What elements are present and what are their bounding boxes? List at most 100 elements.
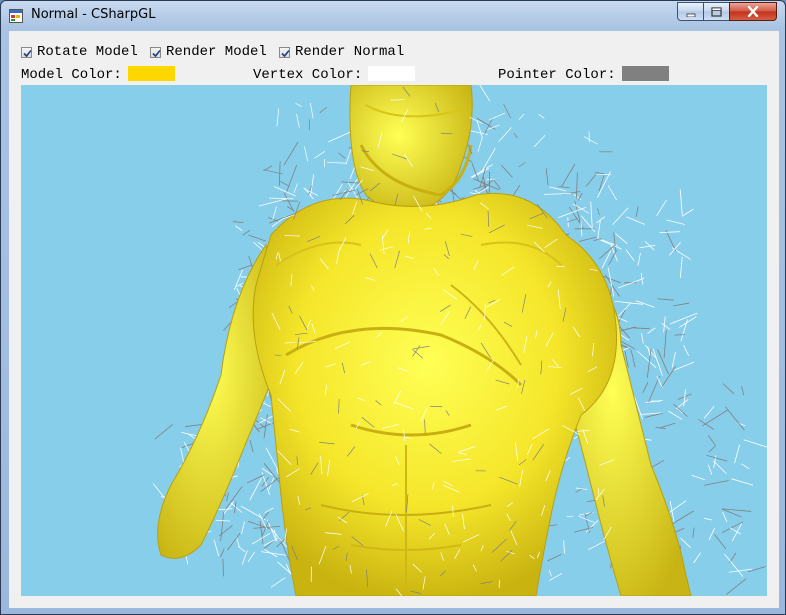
normal-line — [659, 231, 680, 234]
render-normal-label: Render Normal — [295, 44, 405, 60]
normal-line — [639, 244, 656, 249]
normal-line — [548, 570, 552, 577]
maximize-button[interactable] — [703, 2, 730, 21]
normal-line — [213, 539, 220, 557]
normal-line — [333, 184, 343, 200]
normal-line — [154, 424, 173, 440]
normal-line — [295, 103, 303, 107]
normal-line — [328, 130, 354, 143]
app-window: Normal - CSharpGL Rotate Model Render Mo… — [0, 0, 786, 615]
model-color-label: Model Color: — [21, 67, 122, 83]
close-button[interactable] — [729, 2, 777, 21]
normal-line — [726, 578, 747, 595]
normal-line — [590, 201, 593, 228]
opengl-viewport[interactable] — [21, 85, 767, 596]
normal-line — [578, 515, 595, 523]
pointer-color-label: Pointer Color: — [498, 67, 616, 83]
normal-line — [599, 239, 622, 250]
rotate-model-checkbox[interactable]: Rotate Model — [21, 44, 138, 60]
normal-line — [663, 330, 667, 358]
normal-line — [285, 164, 298, 193]
normal-line — [266, 520, 277, 542]
normal-line — [683, 344, 690, 356]
normal-line — [708, 445, 716, 453]
normal-line — [309, 102, 314, 119]
normal-line — [722, 383, 735, 395]
vertex-color-swatch[interactable] — [368, 66, 415, 81]
normal-line — [680, 537, 691, 548]
normal-line — [675, 399, 689, 410]
normal-line — [575, 172, 578, 199]
normal-line — [557, 186, 570, 188]
normal-line — [242, 229, 251, 236]
normal-line — [488, 112, 506, 121]
normal-line — [219, 525, 233, 537]
normal-line — [724, 553, 744, 577]
pointer-color-swatch[interactable] — [622, 66, 669, 81]
client-area: Rotate Model Render Model Render Normal … — [9, 31, 779, 608]
normal-line — [549, 572, 563, 581]
title-bar[interactable]: Normal - CSharpGL — [1, 1, 785, 29]
normal-line — [679, 189, 683, 216]
render-normal-checkbox[interactable]: Render Normal — [279, 44, 404, 60]
normal-line — [234, 225, 243, 232]
normal-line — [574, 526, 594, 533]
normal-line — [635, 206, 639, 217]
normal-line — [665, 229, 677, 252]
normal-line — [247, 551, 256, 562]
normal-line — [707, 435, 716, 447]
normal-line — [283, 192, 295, 212]
normal-line — [220, 548, 225, 558]
normal-line — [702, 409, 728, 427]
normal-line — [661, 322, 671, 330]
normal-line — [681, 208, 694, 217]
normal-line — [549, 186, 567, 192]
normal-line — [652, 348, 663, 376]
normal-line — [283, 141, 299, 166]
normal-line — [249, 478, 262, 501]
normal-line — [708, 527, 715, 541]
normal-line — [235, 536, 240, 548]
normal-line — [513, 132, 518, 139]
minimize-button[interactable] — [677, 2, 704, 21]
normal-line — [741, 463, 750, 470]
normal-line — [597, 208, 600, 216]
checkbox-checked-icon — [21, 46, 32, 58]
normal-line — [612, 207, 629, 226]
normal-line — [545, 168, 549, 186]
model-body — [157, 85, 692, 596]
normal-line — [471, 163, 480, 182]
normal-line — [580, 215, 596, 233]
normal-line — [238, 545, 246, 553]
close-icon — [747, 2, 759, 21]
window-title: Normal - CSharpGL — [31, 7, 156, 22]
normal-line — [258, 198, 288, 207]
normal-line — [345, 149, 352, 165]
model-color-swatch[interactable] — [128, 66, 175, 81]
normal-line — [743, 439, 767, 448]
bottom-strip — [21, 596, 767, 599]
normal-line — [269, 197, 294, 200]
minimize-icon — [686, 2, 696, 21]
normal-line — [222, 558, 224, 577]
normal-line — [183, 442, 191, 453]
normal-line — [270, 577, 286, 588]
normal-line — [584, 513, 590, 533]
render-model-checkbox[interactable]: Render Model — [150, 44, 267, 60]
app-icon — [9, 8, 23, 23]
normal-line — [287, 206, 295, 212]
normal-line — [706, 454, 728, 462]
normal-line — [280, 180, 290, 187]
normal-line — [477, 137, 483, 152]
normal-line — [663, 316, 666, 333]
normal-line — [669, 242, 681, 256]
normal-line — [691, 474, 705, 481]
normal-line — [341, 181, 361, 184]
normal-line — [538, 114, 545, 119]
normal-line — [533, 134, 546, 148]
normal-line — [673, 302, 690, 307]
normal-line — [248, 234, 267, 242]
normal-line — [469, 192, 478, 195]
normal-line — [693, 552, 701, 564]
normal-line — [597, 220, 601, 240]
